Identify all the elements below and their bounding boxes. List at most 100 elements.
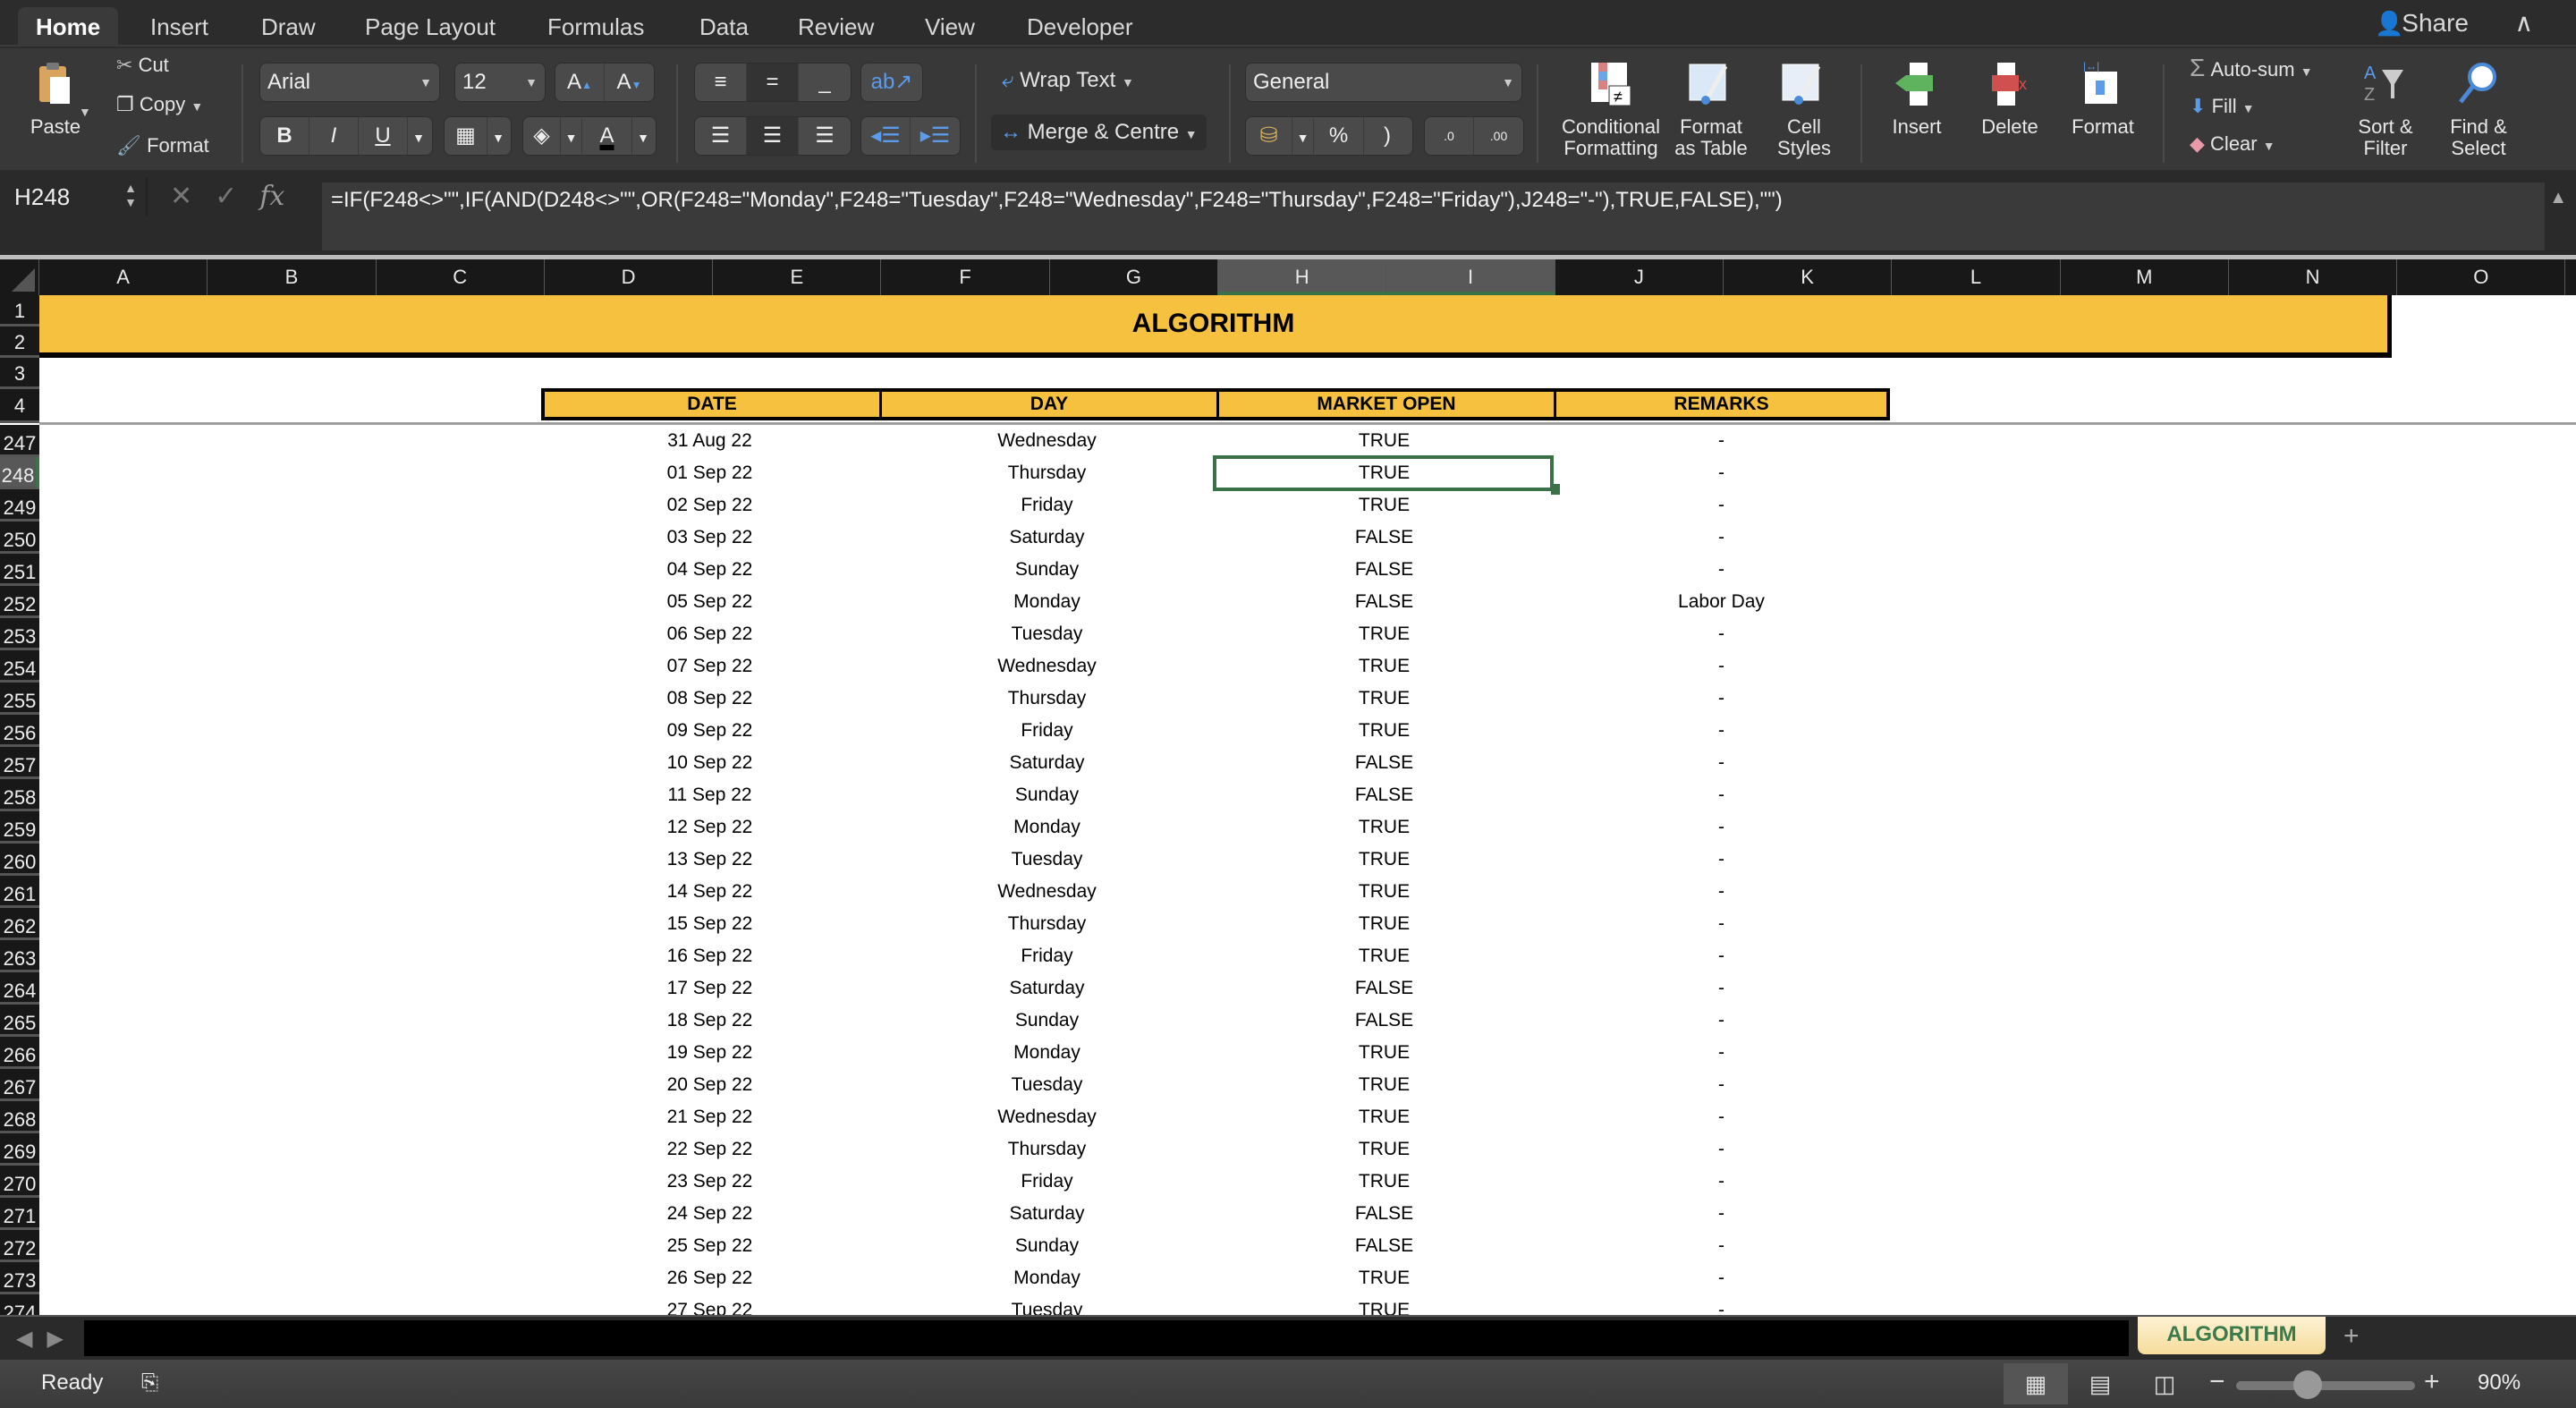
day-cell[interactable]: Wednesday <box>878 425 1216 457</box>
row-header[interactable]: 250 <box>0 522 39 554</box>
collapse-ribbon-icon[interactable]: ∧ <box>2515 5 2534 41</box>
worksheet-grid[interactable]: 1 2 3 4 ALGORITHM DATE DAY MARKET OPEN R… <box>0 295 2576 1315</box>
market-open-cell[interactable]: TRUE <box>1216 1101 1553 1133</box>
prev-sheet-icon[interactable]: ◀ <box>16 1327 47 1351</box>
font-size-select[interactable]: 12 ▼ <box>454 63 546 102</box>
remarks-cell[interactable]: - <box>1553 1198 1890 1230</box>
row-header[interactable]: 269 <box>0 1133 39 1166</box>
date-cell[interactable]: 05 Sep 22 <box>541 586 878 618</box>
orientation-button[interactable]: ab↗ <box>860 63 923 102</box>
row-header[interactable]: 253 <box>0 618 39 650</box>
market-open-cell[interactable]: TRUE <box>1216 908 1553 940</box>
copy-button[interactable]: ❐ Copy ▼ <box>116 93 203 116</box>
day-cell[interactable]: Tuesday <box>878 618 1216 650</box>
date-cell[interactable]: 11 Sep 22 <box>541 779 878 811</box>
cancel-icon[interactable]: ✕ <box>170 182 192 211</box>
remarks-cell[interactable]: - <box>1553 683 1890 715</box>
page-break-view-button[interactable]: ◫ <box>2132 1363 2197 1404</box>
remarks-cell[interactable]: - <box>1553 1005 1890 1037</box>
remarks-cell[interactable]: - <box>1553 425 1890 457</box>
date-cell[interactable]: 07 Sep 22 <box>541 650 878 683</box>
remarks-cell[interactable]: - <box>1553 522 1890 554</box>
market-open-cell[interactable]: TRUE <box>1216 1133 1553 1166</box>
font-color-dropdown[interactable]: ▼ <box>632 119 654 157</box>
sheet-nav-arrows[interactable]: ◀▶ <box>16 1324 78 1354</box>
day-cell[interactable]: Tuesday <box>878 844 1216 876</box>
row-header[interactable]: 273 <box>0 1262 39 1294</box>
row-header[interactable]: 271 <box>0 1198 39 1230</box>
market-open-cell[interactable]: FALSE <box>1216 779 1553 811</box>
column-header-j[interactable]: J <box>1555 259 1724 295</box>
day-cell[interactable]: Monday <box>878 811 1216 844</box>
market-open-cell[interactable]: TRUE <box>1216 489 1553 522</box>
column-header-k[interactable]: K <box>1724 259 1893 295</box>
paste-dropdown[interactable]: ▼ <box>79 98 91 122</box>
row-header[interactable]: 247 <box>0 425 39 457</box>
format-as-table-button[interactable]: Format as Table <box>1671 59 1751 159</box>
market-open-cell[interactable]: TRUE <box>1216 876 1553 908</box>
format-painter-button[interactable]: 🖌 Format <box>116 134 209 157</box>
row-header[interactable]: 266 <box>0 1037 39 1069</box>
fill-color-dropdown[interactable]: ▼ <box>561 119 582 157</box>
market-open-cell[interactable]: TRUE <box>1216 1166 1553 1198</box>
date-cell[interactable]: 15 Sep 22 <box>541 908 878 940</box>
share-button[interactable]: 👤Share <box>2375 5 2469 41</box>
format-cells-button[interactable]: |↔| Format <box>2063 59 2143 138</box>
date-cell[interactable]: 22 Sep 22 <box>541 1133 878 1166</box>
decrease-font-size-button[interactable]: A▼ <box>605 64 654 101</box>
tab-formulas[interactable]: Formulas <box>530 7 662 47</box>
column-header-i[interactable]: I <box>1386 259 1555 295</box>
column-header-f[interactable]: F <box>882 259 1050 295</box>
date-cell[interactable]: 03 Sep 22 <box>541 522 878 554</box>
day-cell[interactable]: Thursday <box>878 908 1216 940</box>
header-day[interactable]: DAY <box>882 392 1219 417</box>
day-cell[interactable]: Friday <box>878 1166 1216 1198</box>
column-header-m[interactable]: M <box>2061 259 2229 295</box>
date-cell[interactable]: 19 Sep 22 <box>541 1037 878 1069</box>
market-open-cell[interactable]: TRUE <box>1216 811 1553 844</box>
remarks-cell[interactable]: - <box>1553 1037 1890 1069</box>
tab-home[interactable]: Home <box>18 7 119 47</box>
row-header[interactable]: 258 <box>0 779 39 811</box>
row-header[interactable]: 259 <box>0 811 39 844</box>
day-cell[interactable]: Saturday <box>878 522 1216 554</box>
column-header-e[interactable]: E <box>713 259 882 295</box>
fill-button[interactable]: ⬇ Fill ▼ <box>2190 95 2255 118</box>
remarks-cell[interactable]: - <box>1553 779 1890 811</box>
row-header[interactable]: 254 <box>0 650 39 683</box>
fill-color-icon[interactable]: ◈ <box>523 117 561 155</box>
confirm-icon[interactable]: ✓ <box>215 182 237 211</box>
day-cell[interactable]: Wednesday <box>878 876 1216 908</box>
day-cell[interactable]: Wednesday <box>878 1101 1216 1133</box>
day-cell[interactable]: Tuesday <box>878 1069 1216 1101</box>
market-open-cell[interactable]: FALSE <box>1216 1198 1553 1230</box>
remarks-cell[interactable]: - <box>1553 1166 1890 1198</box>
conditional-formatting-button[interactable]: ≠ Conditional Formatting <box>1555 59 1667 159</box>
number-format-select[interactable]: General ▼ <box>1245 63 1522 102</box>
day-cell[interactable]: Tuesday <box>878 1294 1216 1315</box>
align-top-icon[interactable]: ≡ <box>695 64 747 101</box>
column-header-h[interactable]: H <box>1218 259 1387 295</box>
active-cell-selection[interactable] <box>1213 455 1554 491</box>
row-header[interactable]: 261 <box>0 876 39 908</box>
day-cell[interactable]: Sunday <box>878 779 1216 811</box>
tab-data[interactable]: Data <box>682 7 767 47</box>
date-cell[interactable]: 26 Sep 22 <box>541 1262 878 1294</box>
column-header-g[interactable]: G <box>1050 259 1219 295</box>
sort-filter-button[interactable]: AZ Sort & Filter <box>2345 59 2426 159</box>
remarks-cell[interactable]: - <box>1553 1133 1890 1166</box>
market-open-cell[interactable]: TRUE <box>1216 1262 1553 1294</box>
row-header[interactable]: 265 <box>0 1005 39 1037</box>
remarks-cell[interactable]: - <box>1553 876 1890 908</box>
day-cell[interactable]: Thursday <box>878 683 1216 715</box>
remarks-cell[interactable]: - <box>1553 940 1890 972</box>
market-open-cell[interactable]: TRUE <box>1216 425 1553 457</box>
day-cell[interactable]: Saturday <box>878 1198 1216 1230</box>
column-header-c[interactable]: C <box>377 259 545 295</box>
date-cell[interactable]: 12 Sep 22 <box>541 811 878 844</box>
date-cell[interactable]: 16 Sep 22 <box>541 940 878 972</box>
market-open-cell[interactable]: TRUE <box>1216 940 1553 972</box>
page-layout-view-button[interactable]: ▤ <box>2068 1363 2132 1404</box>
date-cell[interactable]: 23 Sep 22 <box>541 1166 878 1198</box>
row-header[interactable]: 270 <box>0 1166 39 1198</box>
